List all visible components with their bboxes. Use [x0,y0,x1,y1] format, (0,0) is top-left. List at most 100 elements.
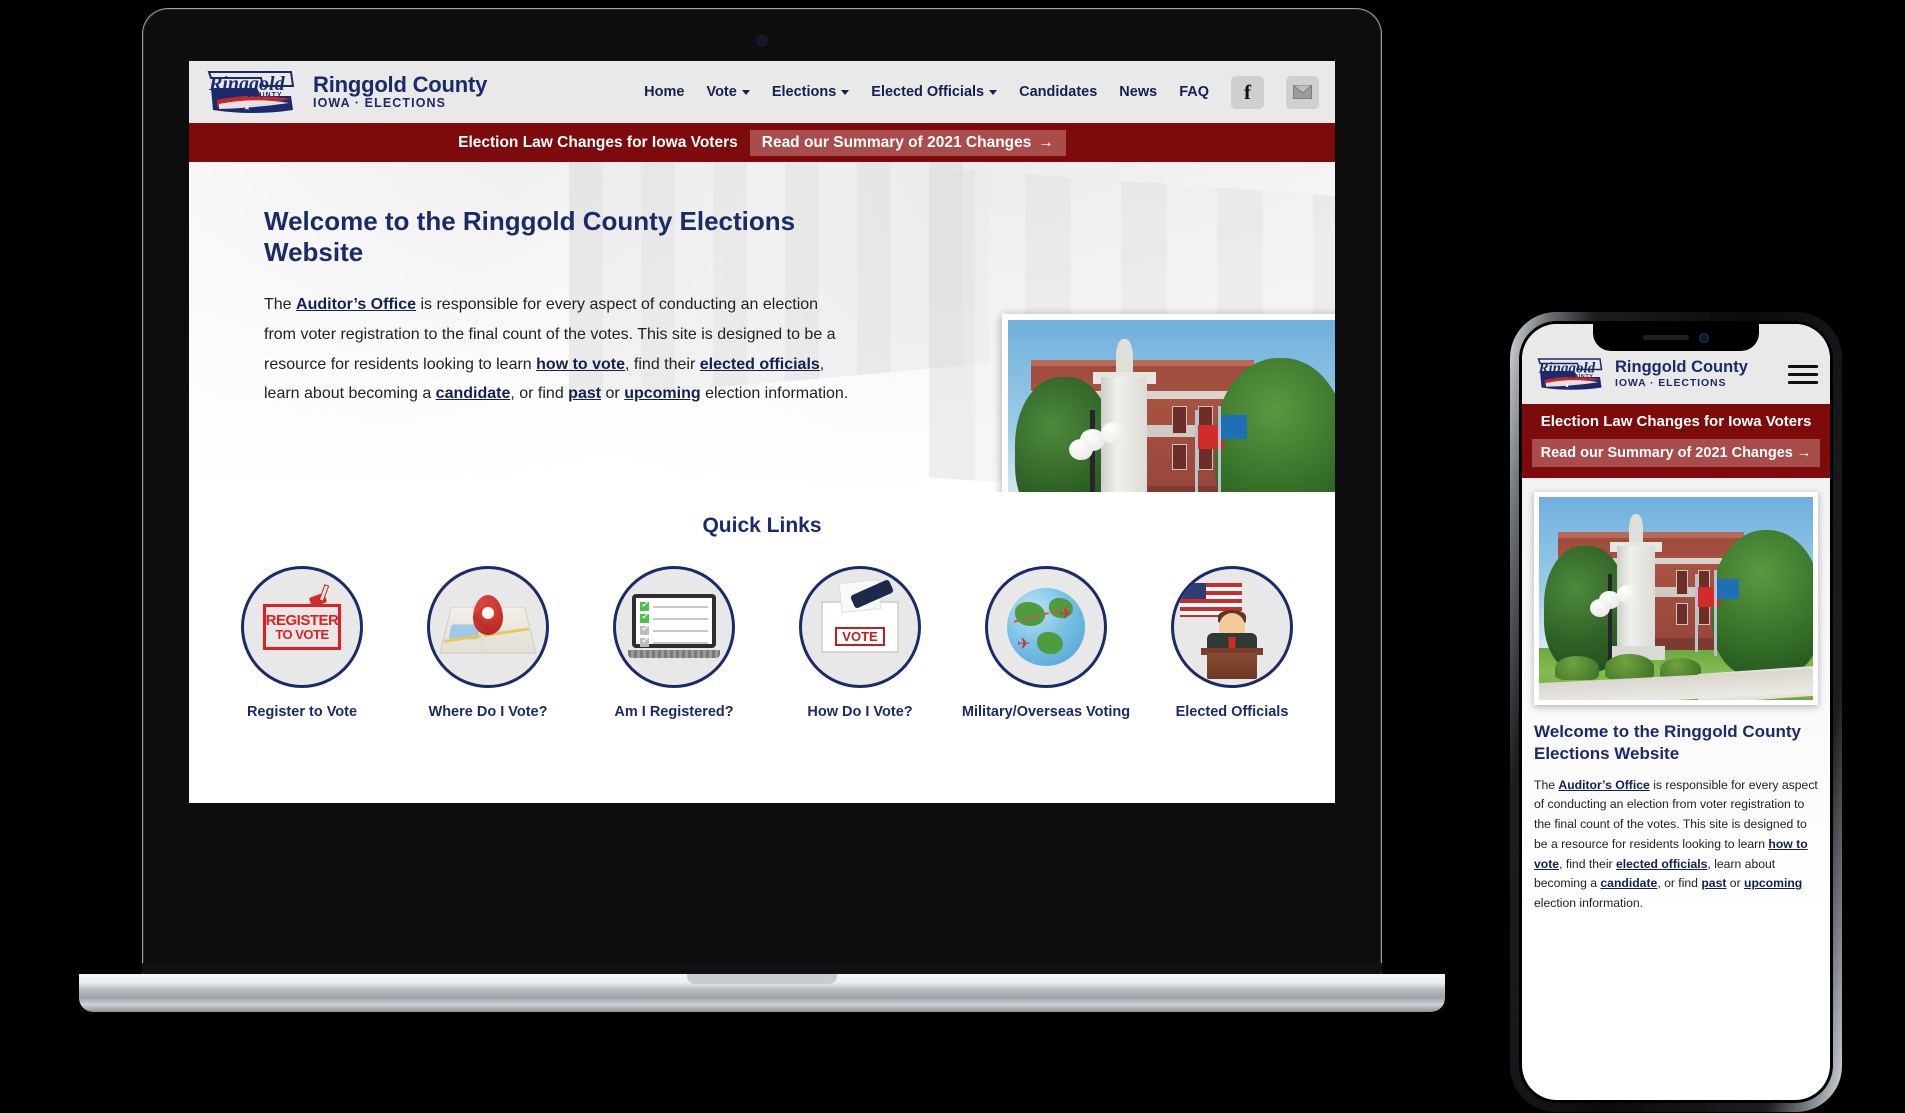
nav-item-elected-officials[interactable]: Elected Officials [871,84,998,100]
phone-frame: ★ Ringgold COUNTY Ringgold County IOWA ·… [1510,312,1842,1112]
nav-label: Elected Officials [871,84,985,100]
hero-paragraph: The Auditor’s Office is responsible for … [264,290,849,409]
phone-screen: ★ Ringgold COUNTY Ringgold County IOWA ·… [1522,324,1830,1100]
quick-link-label: Register to Vote [246,704,358,720]
arrow-right-icon: → [1038,133,1054,151]
text-fragment: , find their [1559,856,1616,871]
nav-item-news[interactable]: News [1119,84,1157,100]
link-upcoming[interactable]: upcoming [624,385,700,402]
nav-label: Candidates [1019,84,1098,100]
brand-block[interactable]: ★ Ringgold COUNTY Ringgold County IOWA ·… [203,66,487,118]
nav-label: Elections [771,84,837,100]
quick-link-elected-officials[interactable]: Elected Officials [1139,566,1325,723]
alert-cta-button[interactable]: Read our Summary of 2021 Changes → [749,129,1066,156]
text-fragment: election information. [1534,896,1644,911]
brand-subtitle: IOWA · ELECTIONS [313,95,447,110]
main-navigation: Home Vote Elections Elected Officials Ca… [644,75,1335,109]
nav-item-candidates[interactable]: Candidates [1019,84,1097,100]
svg-text:COUNTY: COUNTY [247,92,283,99]
hero-section: Welcome to the Ringgold County Elections… [189,162,1335,492]
mobile-alert-banner: Election Law Changes for Iowa Voters Rea… [1522,404,1830,479]
courthouse-photo-frame [1002,314,1335,492]
text-fragment: The [264,296,297,313]
phone-notch [1593,324,1759,351]
quick-link-label: Am I Registered? [614,704,734,720]
nav-item-vote[interactable]: Vote [706,84,750,100]
mobile-page-title: Welcome to the Ringgold County Elections… [1534,722,1801,764]
laptop-trackpad-notch [687,974,837,984]
envelope-icon[interactable] [1286,75,1319,109]
text-fragment: or [1726,876,1745,891]
text-fragment: The [1534,777,1559,792]
chevron-down-icon [741,89,750,95]
hamburger-menu-icon[interactable] [1788,364,1818,384]
arrow-right-icon: → [1796,444,1812,461]
official-podium-icon [1171,566,1293,688]
nav-label: Vote [706,84,737,100]
courthouse-photo [1008,320,1335,492]
mobile-alert-cta-label: Read our Summary of 2021 Changes [1540,444,1793,461]
alert-banner: Election Law Changes for Iowa Voters Rea… [189,123,1335,162]
map-pin-icon [427,566,549,688]
quick-links-row: REGISTER TO VOTE Register to Vote Where … [189,566,1335,723]
nav-item-faq[interactable]: FAQ [1179,84,1209,100]
mobile-paragraph: The Auditor’s Office is responsible for … [1534,776,1818,914]
mobile-body: Welcome to the Ringgold County Elections… [1522,478,1830,914]
mobile-link-auditors-office[interactable]: Auditor’s Office [1558,778,1649,792]
svg-text:★: ★ [1564,383,1569,390]
alert-cta-label: Read our Summary of 2021 Changes [761,133,1032,151]
text-fragment: , find their [625,355,700,373]
chevron-down-icon [989,89,998,95]
ringgold-county-logo: ★ Ringgold COUNTY [1534,354,1606,394]
nav-item-home[interactable]: Home [644,84,684,100]
nav-item-elections[interactable]: Elections [771,84,850,100]
text-fragment: or [601,385,625,403]
laptop-screen: ★ Ringgold COUNTY Ringgold County IOWA ·… [189,61,1335,803]
brand-text: Ringgold County IOWA · ELECTIONS [313,72,488,110]
svg-text:COUNTY: COUNTY [1567,374,1594,380]
mobile-alert-cta-button[interactable]: Read our Summary of 2021 Changes → [1532,438,1820,468]
text-fragment: election information. [700,385,849,403]
mockup-stage: ★ Ringgold COUNTY Ringgold County IOWA ·… [0,0,1905,1113]
mobile-link-past[interactable]: past [1701,876,1726,890]
quick-link-label: Military/Overseas Voting [961,704,1131,720]
nav-label: FAQ [1179,84,1209,100]
earpiece-speaker-icon [1643,335,1689,340]
quick-link-label: Where Do I Vote? [428,704,548,720]
register-to-vote-icon: REGISTER TO VOTE [241,566,363,688]
ringgold-county-logo: ★ Ringgold COUNTY [203,66,299,118]
svg-text:★: ★ [243,103,250,112]
laptop-webcam-icon [757,36,767,45]
brand-name: Ringgold County [313,72,488,98]
globe-airplane-icon: ✈ ✈ [985,566,1107,688]
text-fragment: , or find [1657,876,1702,891]
laptop-checklist-icon [613,566,735,688]
mobile-link-elected-officials[interactable]: elected officials [1616,857,1707,871]
link-past[interactable]: past [568,385,601,402]
quick-link-how-do-i-vote[interactable]: VOTE How Do I Vote? [767,566,953,723]
chevron-down-icon [841,89,850,95]
hero-content: Welcome to the Ringgold County Elections… [189,162,849,409]
nav-label: Home [644,84,685,100]
quick-link-where-do-i-vote[interactable]: Where Do I Vote? [395,566,581,723]
quick-link-am-i-registered[interactable]: Am I Registered? [581,566,767,723]
quick-links-section: Quick Links REGISTER TO VOTE Register to… [189,492,1335,724]
facebook-glyph: f [1244,79,1251,104]
quick-link-label: Elected Officials [1175,704,1289,720]
smartphone-mockup: ★ Ringgold COUNTY Ringgold County IOWA ·… [1510,312,1842,1112]
link-how-to-vote[interactable]: how to vote [536,356,625,373]
facebook-icon[interactable]: f [1231,75,1264,109]
link-elected-officials[interactable]: elected officials [700,356,820,373]
link-candidate[interactable]: candidate [436,385,511,402]
mobile-link-upcoming[interactable]: upcoming [1744,876,1802,890]
mobile-brand-text: Ringgold County IOWA · ELECTIONS [1615,358,1748,389]
desktop-website: ★ Ringgold COUNTY Ringgold County IOWA ·… [189,61,1335,803]
quick-link-register-to-vote[interactable]: REGISTER TO VOTE Register to Vote [209,566,395,723]
alert-text: Election Law Changes for Iowa Voters [458,133,738,151]
page-title: Welcome to the Ringgold County Elections… [264,206,796,267]
mobile-link-candidate[interactable]: candidate [1600,876,1657,890]
front-camera-icon [1699,332,1709,343]
quick-link-military-overseas-voting[interactable]: ✈ ✈ Military/Overseas Voting [953,566,1139,723]
phone-inner-bezel: ★ Ringgold COUNTY Ringgold County IOWA ·… [1519,321,1833,1103]
link-auditors-office[interactable]: Auditor’s Office [296,296,416,313]
